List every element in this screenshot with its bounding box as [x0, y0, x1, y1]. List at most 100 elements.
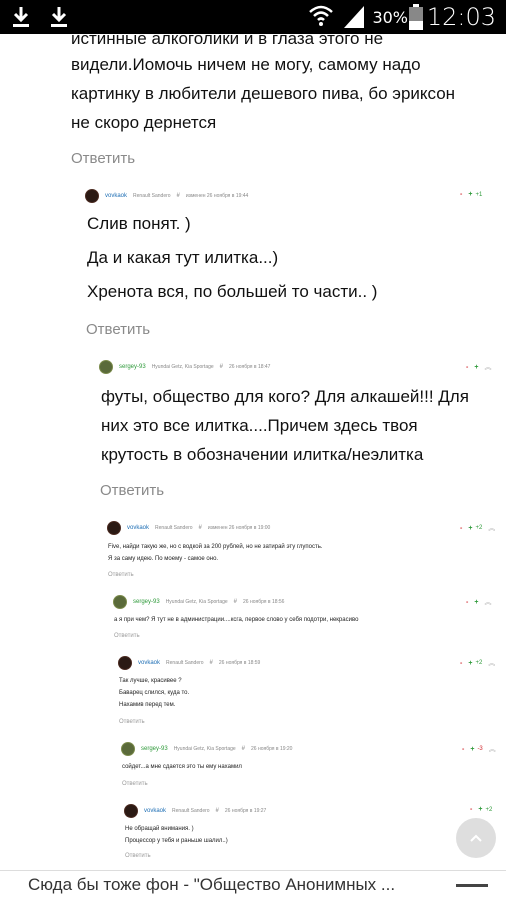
- collapse-up-icon[interactable]: ︽: [488, 523, 495, 533]
- avatar[interactable]: [113, 595, 127, 609]
- status-bar: 30% 12:03: [0, 0, 506, 34]
- vote-down-button[interactable]: -: [460, 660, 462, 667]
- author-link[interactable]: vovkaok: [127, 525, 149, 531]
- comment-text: футы, общество для кого? Для алкашей!!! …: [101, 382, 469, 469]
- reply-link[interactable]: Ответить: [122, 781, 148, 787]
- avatar[interactable]: [118, 656, 132, 670]
- vote-down-button[interactable]: -: [466, 599, 468, 606]
- clock: 12:03: [426, 3, 496, 31]
- comment-line: картинку в любители дешевого пива, бо эр…: [71, 84, 456, 103]
- comment-date: 26 ноября в 18:47: [229, 364, 271, 370]
- rating: - + +2 ︽: [460, 523, 495, 533]
- car-label: Renault Sandero: [172, 808, 210, 814]
- rating-value: -3: [477, 746, 483, 752]
- comment-line: Процессор у тебя и раньше шалил..): [125, 838, 228, 844]
- permalink[interactable]: #: [216, 808, 219, 814]
- author-link[interactable]: vovkaok: [105, 193, 127, 199]
- comment-date: 26 ноября в 19:20: [251, 746, 293, 752]
- rating-value: +1: [475, 191, 483, 198]
- car-label: Hyundai Getz, Kia Sportage: [151, 364, 214, 370]
- avatar[interactable]: [107, 521, 121, 535]
- author-link[interactable]: sergey-93: [119, 364, 146, 370]
- menu-handle-icon[interactable]: [456, 884, 488, 887]
- author-link[interactable]: sergey-93: [141, 746, 168, 752]
- permalink[interactable]: #: [177, 193, 180, 199]
- reply-link[interactable]: Ответить: [100, 482, 164, 499]
- avatar[interactable]: [124, 804, 138, 818]
- permalink[interactable]: #: [199, 525, 202, 531]
- vote-down-button[interactable]: -: [470, 806, 472, 813]
- avatar[interactable]: [121, 742, 135, 756]
- comment-line: Хренота вся, по большей то части.. ): [87, 282, 378, 301]
- comment-line: Баварец слился, куда то.: [119, 690, 190, 696]
- scroll-top-button[interactable]: [456, 818, 496, 858]
- comment-text: Слив понят. ) Да и какая тут илитка...) …: [87, 214, 377, 316]
- vote-down-button[interactable]: -: [460, 525, 462, 532]
- car-label: Renault Sandero: [166, 660, 204, 666]
- permalink[interactable]: #: [210, 660, 213, 666]
- comment-date: 26 ноября в 18:56: [243, 599, 285, 605]
- vote-up-button[interactable]: +: [478, 806, 482, 813]
- avatar[interactable]: [85, 189, 99, 203]
- vote-up-button[interactable]: +: [470, 746, 474, 753]
- battery-icon: [409, 4, 423, 30]
- comment-meta: vovkaok Renault Sandero # 26 ноября в 19…: [124, 803, 266, 819]
- vote-up-button[interactable]: +: [468, 525, 472, 532]
- comment-date: изменен 26 ноября в 19:00: [207, 525, 271, 531]
- vote-down-button[interactable]: -: [460, 191, 462, 198]
- car-label: Hyundai Getz, Kia Sportage: [165, 599, 228, 605]
- author-link[interactable]: vovkaok: [138, 660, 160, 666]
- comment-line: Не обращай внимания. ): [125, 826, 194, 832]
- comment-line: Five, найди такую же, но с водкой за 200…: [108, 544, 323, 550]
- reply-link[interactable]: Ответить: [119, 719, 145, 725]
- rating: - + +1: [460, 191, 482, 198]
- permalink[interactable]: #: [242, 746, 245, 752]
- vote-down-button[interactable]: -: [466, 364, 468, 371]
- permalink[interactable]: #: [220, 364, 223, 370]
- comment-meta: sergey-93 Hyundai Getz, Kia Sportage # 2…: [113, 594, 284, 610]
- reply-link[interactable]: Ответить: [108, 572, 134, 578]
- reply-link[interactable]: Ответить: [125, 853, 151, 859]
- author-link[interactable]: sergey-93: [133, 599, 160, 605]
- collapse-up-icon[interactable]: ︽: [488, 658, 495, 668]
- collapse-up-icon[interactable]: ︽: [484, 597, 491, 607]
- comment-line: сойдет...а мне сдается это ты ему нахами…: [122, 764, 242, 770]
- bottom-bar: Сюда бы тоже фон - "Общество Анонимных .…: [0, 870, 506, 900]
- page-title[interactable]: Сюда бы тоже фон - "Общество Анонимных .…: [28, 875, 395, 895]
- comment-line: Я за саму идею. По моему - самое оно.: [108, 556, 219, 562]
- comment-line: них это все илитка....Причем здесь твоя: [101, 416, 418, 435]
- reply-link[interactable]: Ответить: [114, 633, 140, 639]
- collapse-up-icon[interactable]: ︽: [489, 744, 496, 754]
- rating-value: +2: [475, 525, 483, 531]
- comment-line: Нахамив перед тем.: [119, 702, 176, 708]
- comment-meta: sergey-93 Hyundai Getz, Kia Sportage # 2…: [99, 359, 270, 375]
- battery-percent: 30%: [372, 8, 408, 27]
- comment-line: а я при чем? Я тут не в администрации...…: [114, 617, 359, 623]
- permalink[interactable]: #: [234, 599, 237, 605]
- avatar[interactable]: [99, 360, 113, 374]
- rating: - + -3 ︽: [462, 744, 496, 754]
- vote-down-button[interactable]: -: [462, 746, 464, 753]
- comment-text: Five, найди такую же, но с водкой за 200…: [108, 541, 323, 565]
- vote-up-button[interactable]: +: [474, 364, 478, 371]
- comment-line: Слив понят. ): [87, 214, 191, 233]
- rating-value: +2: [475, 660, 483, 666]
- reply-link[interactable]: Ответить: [86, 321, 150, 338]
- rating: - + +2: [470, 806, 492, 813]
- signal-icon: [344, 6, 364, 28]
- author-link[interactable]: vovkaok: [144, 808, 166, 814]
- rating-value: +2: [485, 806, 493, 813]
- comment-date: 26 ноября в 18:59: [218, 660, 261, 666]
- rating: - + ︽: [466, 597, 491, 607]
- reply-link[interactable]: Ответить: [71, 150, 135, 167]
- vote-up-button[interactable]: +: [468, 191, 472, 198]
- vote-up-button[interactable]: +: [474, 599, 478, 606]
- collapse-up-icon[interactable]: ︽: [484, 362, 491, 372]
- comment-line: Так лучше, красивее ?: [119, 678, 182, 684]
- comment-text: сойдет...а мне сдается это ты ему нахами…: [122, 761, 242, 773]
- comment-text: Так лучше, красивее ? Баварец слился, ку…: [119, 675, 189, 711]
- download-icon: [13, 7, 29, 27]
- comment-text: а я при чем? Я тут не в администрации...…: [114, 614, 358, 626]
- comment-date: изменен 26 ноября в 19:44: [185, 193, 249, 199]
- vote-up-button[interactable]: +: [468, 660, 472, 667]
